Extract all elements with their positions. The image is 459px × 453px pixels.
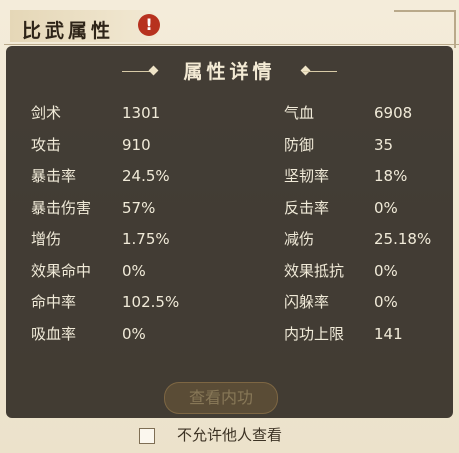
stat-value: 0% xyxy=(122,261,146,280)
stat-value: 0% xyxy=(374,198,398,217)
stat-value: 25.18% xyxy=(374,230,432,248)
stat-value: 0% xyxy=(374,261,398,280)
stat-row: 剑术 1301 气血 6908 xyxy=(6,98,453,130)
corner-ornament xyxy=(394,10,456,48)
stat-label: 效果抵抗 xyxy=(284,261,345,280)
diamond-icon xyxy=(300,65,311,76)
stat-value: 0% xyxy=(122,324,146,343)
stat-label: 反击率 xyxy=(284,198,330,217)
stat-label: 气血 xyxy=(284,104,315,122)
stat-label: 增伤 xyxy=(31,230,62,248)
stat-row: 暴击率 24.5% 坚韧率 18% xyxy=(6,161,453,193)
stat-label: 效果命中 xyxy=(31,261,92,280)
stat-label: 吸血率 xyxy=(31,324,77,343)
privacy-label[interactable]: 不允许他人查看 xyxy=(0,422,459,448)
stat-label: 暴击伤害 xyxy=(31,198,92,217)
stat-label: 闪躲率 xyxy=(284,293,330,311)
stat-value: 1301 xyxy=(122,104,161,122)
stat-label: 攻击 xyxy=(31,135,62,154)
stat-value: 910 xyxy=(122,135,151,154)
stat-value: 6908 xyxy=(374,104,413,122)
page-header: 比武属性 ! xyxy=(4,6,459,48)
stat-row: 攻击 910 防御 35 xyxy=(6,130,453,162)
stat-label: 暴击率 xyxy=(31,167,77,185)
stat-row: 增伤 1.75% 减伤 25.18% xyxy=(6,224,453,256)
stat-label: 内功上限 xyxy=(284,324,345,343)
stat-value: 102.5% xyxy=(122,293,180,311)
info-icon[interactable]: ! xyxy=(138,14,160,36)
attribute-detail-popup: 属性详情 剑术 1301 气血 6908 攻击 910 防御 35 暴击率 24… xyxy=(6,46,453,418)
stat-label: 减伤 xyxy=(284,230,315,248)
stat-grid: 剑术 1301 气血 6908 攻击 910 防御 35 暴击率 24.5% 坚… xyxy=(6,98,453,350)
stat-value: 0% xyxy=(374,293,398,311)
stat-value: 24.5% xyxy=(122,167,170,185)
stat-label: 坚韧率 xyxy=(284,167,330,185)
stat-label: 防御 xyxy=(284,135,315,154)
page-title-banner: 比武属性 ! xyxy=(10,10,160,42)
diamond-icon xyxy=(148,65,159,76)
stat-value: 141 xyxy=(374,324,403,343)
stat-value: 35 xyxy=(374,135,394,154)
view-internal-skill-button[interactable]: 查看内功 xyxy=(164,382,278,414)
stat-label: 命中率 xyxy=(31,293,77,311)
stat-row: 吸血率 0% 内功上限 141 xyxy=(6,319,453,351)
popup-title: 属性详情 xyxy=(183,61,276,83)
stat-value: 57% xyxy=(122,198,156,217)
stat-row: 暴击伤害 57% 反击率 0% xyxy=(6,193,453,225)
stat-row: 命中率 102.5% 闪躲率 0% xyxy=(6,287,453,319)
stat-label: 剑术 xyxy=(31,104,62,122)
stat-value: 1.75% xyxy=(122,230,170,248)
stat-row: 效果命中 0% 效果抵抗 0% xyxy=(6,256,453,288)
page-title: 比武属性 xyxy=(22,20,115,42)
stat-value: 18% xyxy=(374,167,408,185)
popup-title-bar: 属性详情 xyxy=(122,56,337,88)
